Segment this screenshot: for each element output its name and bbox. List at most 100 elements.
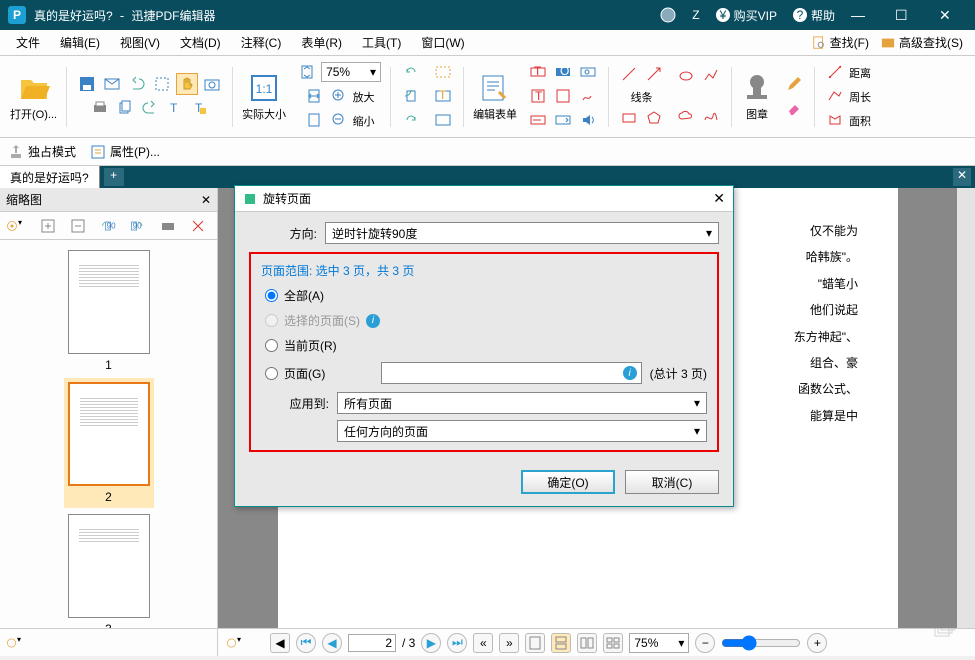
snapshot-button[interactable] bbox=[201, 73, 223, 95]
doc-tab[interactable]: 真的是好运吗? bbox=[0, 166, 100, 188]
rotate-cw-button[interactable] bbox=[400, 109, 422, 131]
textbox1-button[interactable] bbox=[432, 61, 454, 83]
fit-visible-button[interactable] bbox=[303, 109, 325, 131]
edit-obj-button[interactable]: T bbox=[189, 97, 211, 119]
radio-all[interactable]: 全部(A) bbox=[265, 287, 707, 304]
st-left-button[interactable]: ◀ bbox=[270, 633, 290, 653]
maximize-button[interactable]: ☐ bbox=[895, 7, 923, 24]
form-combo-button[interactable] bbox=[552, 109, 574, 131]
menu-form[interactable]: 表单(R) bbox=[291, 34, 352, 51]
zoom-in-status-button[interactable]: + bbox=[807, 633, 827, 653]
form-link-button[interactable] bbox=[577, 61, 599, 83]
polyline-button[interactable] bbox=[700, 65, 722, 87]
mail-button[interactable] bbox=[101, 73, 123, 95]
hand-button[interactable] bbox=[176, 73, 198, 95]
form-sound-button[interactable] bbox=[577, 109, 599, 131]
line-button[interactable] bbox=[618, 63, 640, 85]
rotate-ccw-button[interactable] bbox=[400, 61, 422, 83]
orientation-select[interactable]: 任何方向的页面▾ bbox=[337, 420, 707, 442]
cancel-button[interactable]: 取消(C) bbox=[625, 470, 719, 494]
thumb-zoomin-button[interactable] bbox=[36, 214, 60, 238]
open-button[interactable]: 打开(O)... bbox=[6, 60, 61, 133]
two-cont-button[interactable] bbox=[603, 633, 623, 653]
form-text-button[interactable]: T bbox=[527, 61, 549, 83]
globe-icon[interactable] bbox=[660, 7, 676, 23]
form-radio-button[interactable] bbox=[552, 85, 574, 107]
back-button[interactable]: « bbox=[473, 633, 493, 653]
thumb-2[interactable]: 2 bbox=[64, 378, 154, 508]
thumb-print-button[interactable] bbox=[156, 214, 180, 238]
menu-file[interactable]: 文件 bbox=[6, 34, 50, 51]
properties-button[interactable]: 属性(P)... bbox=[90, 143, 160, 160]
forward-button[interactable]: » bbox=[499, 633, 519, 653]
menu-comment[interactable]: 注释(C) bbox=[231, 34, 292, 51]
minimize-button[interactable]: — bbox=[851, 7, 879, 23]
undo-button[interactable] bbox=[126, 73, 148, 95]
close-doc-button[interactable]: ✕ bbox=[953, 168, 971, 186]
last-page-button[interactable]: ⏭ bbox=[447, 633, 467, 653]
st-options-button[interactable]: ▾ bbox=[6, 632, 28, 654]
rotate-view-button[interactable] bbox=[400, 85, 422, 107]
info-icon[interactable]: i bbox=[366, 314, 380, 328]
zoom-out-button[interactable] bbox=[328, 109, 350, 131]
form-check-button[interactable]: T bbox=[527, 85, 549, 107]
print-button[interactable] bbox=[89, 97, 111, 119]
exclusive-mode-button[interactable]: 独占模式 bbox=[8, 143, 76, 160]
zoom-out-status-button[interactable]: − bbox=[695, 633, 715, 653]
user-label[interactable]: Z bbox=[692, 8, 699, 22]
pencil-button[interactable] bbox=[783, 73, 805, 95]
info-icon[interactable]: i bbox=[623, 366, 637, 380]
edit-text-button[interactable]: T bbox=[164, 97, 186, 119]
thumb-3[interactable]: 3 bbox=[68, 514, 150, 628]
next-page-button[interactable]: ▶ bbox=[421, 633, 441, 653]
textbox2-button[interactable]: T bbox=[432, 85, 454, 107]
menu-tools[interactable]: 工具(T) bbox=[352, 34, 411, 51]
actual-size-button[interactable]: 1:1 实际大小 bbox=[238, 60, 290, 133]
save-button[interactable] bbox=[76, 73, 98, 95]
form-list-button[interactable] bbox=[527, 109, 549, 131]
ok-button[interactable]: 确定(O) bbox=[521, 470, 615, 494]
buy-vip-button[interactable]: ¥购买VIP bbox=[716, 7, 777, 24]
thumb-1[interactable]: 1 bbox=[68, 250, 150, 372]
thumb-rotccw-button[interactable]: 90 bbox=[96, 214, 120, 238]
fit-width-button[interactable] bbox=[303, 85, 325, 107]
menu-edit[interactable]: 编辑(E) bbox=[50, 34, 110, 51]
thumb-options-button[interactable]: ▾ bbox=[6, 214, 30, 238]
area-button[interactable] bbox=[824, 109, 846, 131]
single-page-button[interactable] bbox=[525, 633, 545, 653]
redo-button[interactable] bbox=[139, 97, 161, 119]
find-button[interactable]: 查找(F) bbox=[806, 34, 875, 51]
thumb-zoomout-button[interactable] bbox=[66, 214, 90, 238]
copy-button[interactable] bbox=[114, 97, 136, 119]
side-tabs[interactable] bbox=[957, 188, 975, 628]
sidebar-close-button[interactable]: ✕ bbox=[201, 193, 211, 207]
radio-selected[interactable]: 选择的页面(S)i bbox=[265, 312, 707, 329]
polygon-button[interactable] bbox=[643, 107, 665, 129]
eraser-button[interactable] bbox=[783, 97, 805, 119]
st-gear-button[interactable]: ▾ bbox=[226, 632, 248, 654]
textbox3-button[interactable] bbox=[432, 109, 454, 131]
form-sign-button[interactable] bbox=[577, 85, 599, 107]
fit-page-button[interactable] bbox=[296, 61, 318, 83]
close-button[interactable]: ✕ bbox=[939, 7, 967, 24]
first-page-button[interactable]: ⏮ bbox=[296, 633, 316, 653]
direction-select[interactable]: 逆时针旋转90度▾ bbox=[325, 222, 719, 244]
help-button[interactable]: ?帮助 bbox=[793, 7, 835, 24]
radio-current[interactable]: 当前页(R) bbox=[265, 337, 707, 354]
adv-find-button[interactable]: 高级查找(S) bbox=[875, 34, 969, 51]
zoom-status-select[interactable]: 75%▾ bbox=[629, 633, 689, 653]
arrow-button[interactable] bbox=[643, 63, 665, 85]
menu-view[interactable]: 视图(V) bbox=[110, 34, 170, 51]
apply-select[interactable]: 所有页面▾ bbox=[337, 392, 707, 414]
freehand-button[interactable] bbox=[700, 105, 722, 127]
form-button-button[interactable]: OK bbox=[552, 61, 574, 83]
radio-pages[interactable]: 页面(G) bbox=[265, 365, 325, 382]
menu-document[interactable]: 文档(D) bbox=[170, 34, 231, 51]
thumb-delete-button[interactable] bbox=[186, 214, 210, 238]
menu-window[interactable]: 窗口(W) bbox=[411, 34, 474, 51]
edit-form-button[interactable]: 编辑表单 bbox=[469, 60, 521, 133]
two-page-button[interactable] bbox=[577, 633, 597, 653]
add-tab-button[interactable]: + bbox=[104, 168, 124, 186]
cont-page-button[interactable] bbox=[551, 633, 571, 653]
zoom-slider[interactable] bbox=[721, 635, 801, 651]
